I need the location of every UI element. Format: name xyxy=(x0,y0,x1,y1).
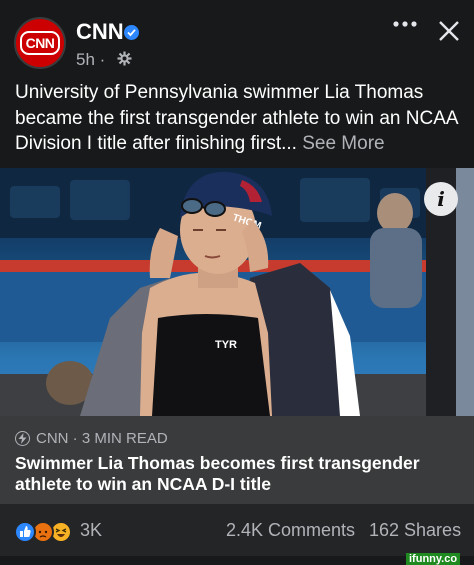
post-header: CNN CNN 5h · xyxy=(0,0,474,72)
post-timestamp[interactable]: 5h · xyxy=(76,50,105,70)
close-icon[interactable] xyxy=(438,20,460,42)
post-photo[interactable]: TYR THOM i xyxy=(0,168,474,416)
more-options-icon[interactable] xyxy=(392,17,418,29)
verified-icon xyxy=(124,25,139,40)
reaction-count[interactable]: 3K xyxy=(80,520,102,541)
info-icon[interactable]: i xyxy=(424,182,458,216)
see-more-link[interactable]: See More xyxy=(302,133,384,154)
bottom-strip xyxy=(0,556,474,565)
reaction-icons[interactable] xyxy=(14,521,78,545)
shares-count[interactable]: 162 Shares xyxy=(369,520,461,541)
caption-text: University of Pennsylvania swimmer Lia T… xyxy=(15,82,458,154)
post-caption: University of Pennsylvania swimmer Lia T… xyxy=(0,72,474,168)
article-source-text: CNN · 3 MIN READ xyxy=(36,430,168,447)
like-reaction-icon xyxy=(14,521,36,543)
watermark: ifunny.co xyxy=(406,553,461,565)
article-source: CNN · 3 MIN READ xyxy=(15,430,168,447)
globe-icon xyxy=(117,51,132,66)
engagement-bar: 3K 2.4K Comments 162 Shares xyxy=(0,504,474,556)
article-headline[interactable]: Swimmer Lia Thomas becomes first transge… xyxy=(15,453,455,495)
link-preview-card[interactable]: CNN · 3 MIN READ Swimmer Lia Thomas beco… xyxy=(0,416,474,504)
instant-article-icon xyxy=(15,431,30,446)
cnn-avatar[interactable]: CNN xyxy=(14,17,66,69)
suit-logo: TYR xyxy=(215,339,237,351)
avatar-logo-text: CNN xyxy=(19,31,61,55)
comments-count[interactable]: 2.4K Comments xyxy=(226,520,355,541)
page-name[interactable]: CNN xyxy=(76,19,124,45)
